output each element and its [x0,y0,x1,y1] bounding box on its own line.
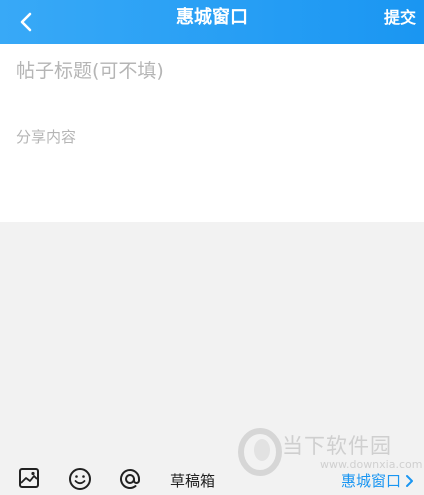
mention-button[interactable] [118,467,142,491]
app-header: 惠城窗口 提交 [0,0,424,44]
page-title: 惠城窗口 [176,7,248,28]
emoji-icon [69,468,91,490]
post-editor [0,44,424,222]
forum-label: 惠城窗口 [340,472,401,490]
forum-selector[interactable]: 惠城窗口 [341,470,414,491]
image-icon [19,468,39,488]
submit-button[interactable]: 提交 [384,0,416,36]
drafts-button[interactable]: 草稿箱 [170,470,215,491]
at-icon [120,468,140,489]
chevron-right-icon [406,474,413,487]
watermark-text: 当下软件园 [282,434,392,458]
insert-image-button[interactable] [18,467,42,491]
post-content-input[interactable] [16,126,408,206]
post-title-input[interactable] [16,55,408,87]
bottom-toolbar: 草稿箱 惠城窗口 [0,462,424,495]
insert-emoji-button[interactable] [68,467,92,491]
